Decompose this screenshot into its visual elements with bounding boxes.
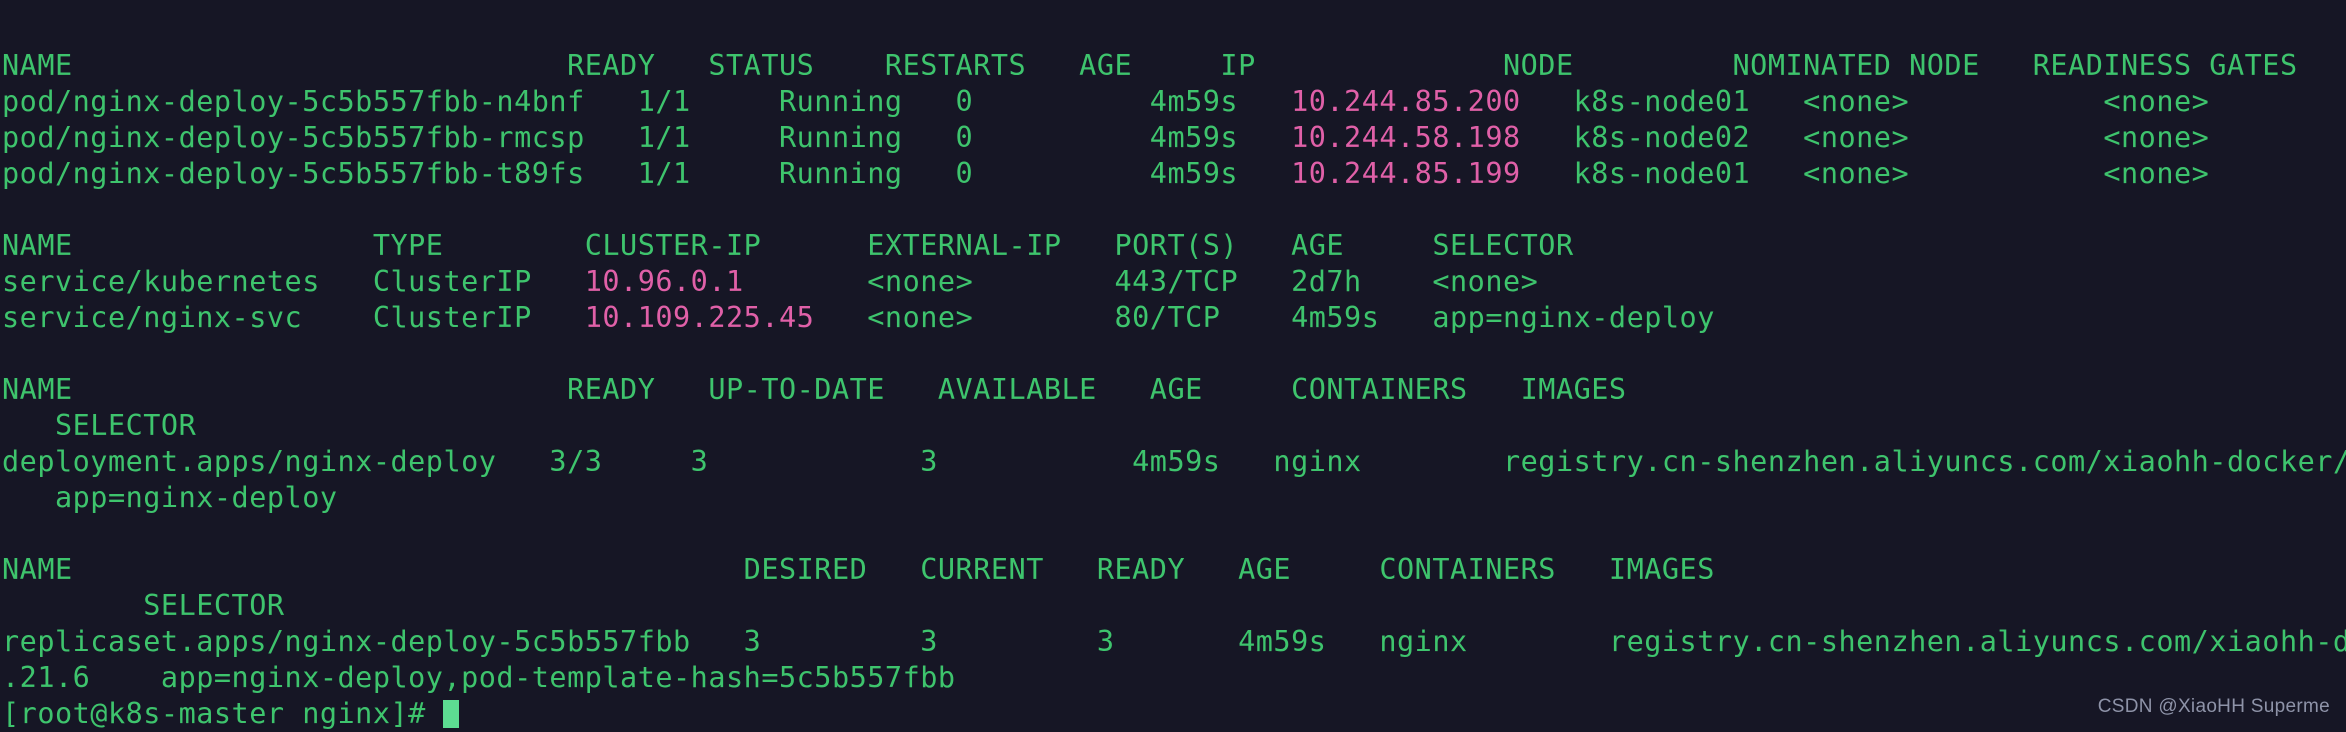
service-row-cluster-ip: 10.109.225.45: [585, 301, 815, 334]
replicaset-table-header: NAME DESIRED CURRENT READY AGE CONTAINER…: [2, 552, 2346, 588]
table-row: service/nginx-svc ClusterIP 10.109.225.4…: [2, 300, 2346, 336]
replicaset-row-wrap-text: .21.6 app=nginx-deploy,pod-template-hash…: [2, 661, 956, 694]
deployment-row-wrap-text: app=nginx-deploy: [2, 481, 338, 514]
pod-row-suffix: k8s-node01 <none> <none>: [1521, 157, 2210, 190]
table-row: replicaset.apps/nginx-deploy-5c5b557fbb …: [2, 624, 2346, 660]
terminal-prompt-line: [2, 12, 2346, 48]
pod-table-header: NAME READY STATUS RESTARTS AGE IP NODE N…: [2, 48, 2346, 84]
text-cursor: [443, 700, 459, 728]
table-row: pod/nginx-deploy-5c5b557fbb-rmcsp 1/1 Ru…: [2, 120, 2346, 156]
final-prompt-text: [root@k8s-master nginx]#: [2, 697, 443, 730]
terminal-line-clipped: [2, 0, 2346, 12]
deployment-table-header-wrap: SELECTOR: [2, 408, 2346, 444]
replicaset-row-text: replicaset.apps/nginx-deploy-5c5b557fbb …: [2, 625, 2346, 658]
table-row: pod/nginx-deploy-5c5b557fbb-t89fs 1/1 Ru…: [2, 156, 2346, 192]
replicaset-table-header-text: NAME DESIRED CURRENT READY AGE CONTAINER…: [2, 553, 1715, 586]
table-row-wrap: .21.6 app=nginx-deploy,pod-template-hash…: [2, 660, 2346, 696]
service-row-prefix: service/nginx-svc ClusterIP: [2, 301, 585, 334]
service-row-suffix: <none> 80/TCP 4m59s app=nginx-deploy: [814, 301, 1715, 334]
pod-row-ip: 10.244.85.199: [1291, 157, 1521, 190]
table-row: service/kubernetes ClusterIP 10.96.0.1 <…: [2, 264, 2346, 300]
table-row: pod/nginx-deploy-5c5b557fbb-n4bnf 1/1 Ru…: [2, 84, 2346, 120]
replicaset-table-header-wrap-text: SELECTOR: [2, 589, 285, 622]
terminal-final-prompt-line[interactable]: [root@k8s-master nginx]#: [2, 696, 2346, 732]
pod-row-ip: 10.244.58.198: [1291, 121, 1521, 154]
replicaset-table-header-wrap: SELECTOR: [2, 588, 2346, 624]
terminal-window[interactable]: NAME READY STATUS RESTARTS AGE IP NODE N…: [0, 0, 2346, 726]
pod-row-suffix: k8s-node01 <none> <none>: [1521, 85, 2210, 118]
blank-line: [2, 192, 2346, 228]
pod-row-ip: 10.244.85.200: [1291, 85, 1521, 118]
service-row-cluster-ip: 10.96.0.1: [585, 265, 744, 298]
pod-row-suffix: k8s-node02 <none> <none>: [1521, 121, 2210, 154]
pod-row-prefix: pod/nginx-deploy-5c5b557fbb-n4bnf 1/1 Ru…: [2, 85, 1291, 118]
csdn-watermark: CSDN @XiaoHH Superme: [2098, 696, 2330, 718]
blank-line: [2, 516, 2346, 552]
pod-table-header-text: NAME READY STATUS RESTARTS AGE IP NODE N…: [2, 49, 2298, 82]
table-row: deployment.apps/nginx-deploy 3/3 3 3 4m5…: [2, 444, 2346, 480]
service-table-header-text: NAME TYPE CLUSTER-IP EXTERNAL-IP PORT(S)…: [2, 229, 1574, 262]
service-row-suffix: <none> 443/TCP 2d7h <none>: [744, 265, 1539, 298]
deployment-table-header: NAME READY UP-TO-DATE AVAILABLE AGE CONT…: [2, 372, 2346, 408]
deployment-table-header-wrap-text: SELECTOR: [2, 409, 196, 442]
blank-line: [2, 336, 2346, 372]
deployment-table-header-text: NAME READY UP-TO-DATE AVAILABLE AGE CONT…: [2, 373, 1627, 406]
pod-row-prefix: pod/nginx-deploy-5c5b557fbb-t89fs 1/1 Ru…: [2, 157, 1291, 190]
service-row-prefix: service/kubernetes ClusterIP: [2, 265, 585, 298]
deployment-row-text: deployment.apps/nginx-deploy 3/3 3 3 4m5…: [2, 445, 2346, 478]
pod-row-prefix: pod/nginx-deploy-5c5b557fbb-rmcsp 1/1 Ru…: [2, 121, 1291, 154]
table-row-wrap: app=nginx-deploy: [2, 480, 2346, 516]
service-table-header: NAME TYPE CLUSTER-IP EXTERNAL-IP PORT(S)…: [2, 228, 2346, 264]
